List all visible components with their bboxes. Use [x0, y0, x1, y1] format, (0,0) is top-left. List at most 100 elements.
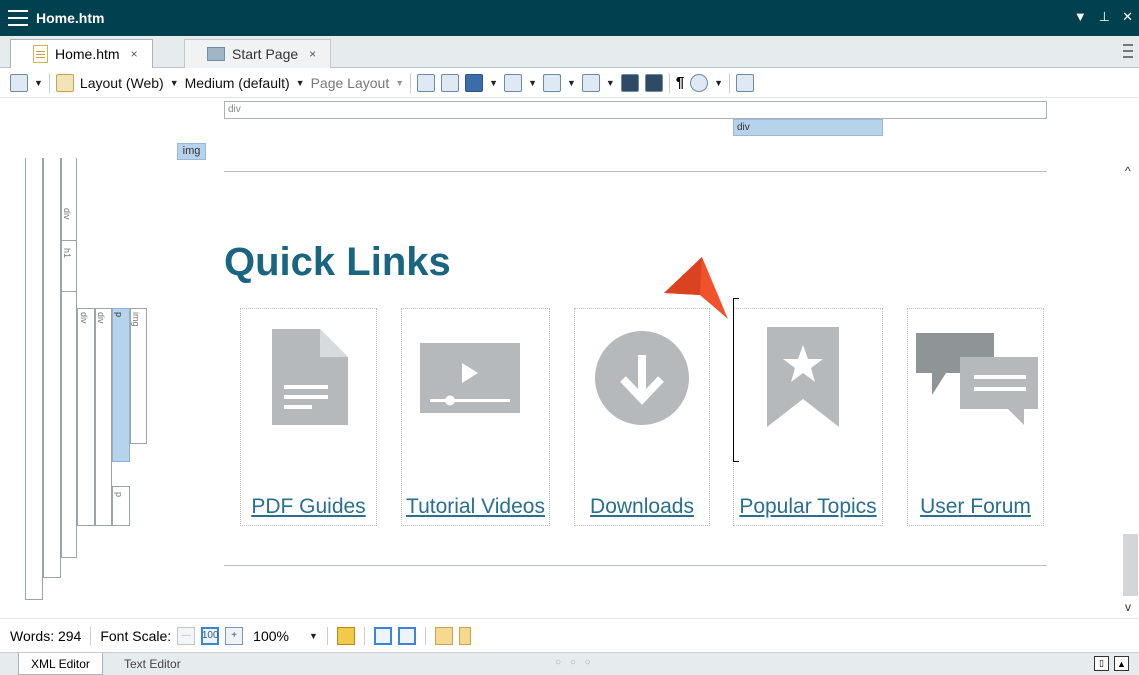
- window-menu-icon[interactable]: ▼: [1074, 9, 1087, 25]
- editor-mode-tabs: XML Editor Text Editor ○ ○ ○ ▯ ▲: [0, 652, 1139, 675]
- quick-link-card[interactable]: Popular Topics: [733, 308, 883, 526]
- editor-content[interactable]: Quick Links PDF Guides Tutorial Videos D…: [165, 160, 1122, 618]
- tab-text-editor[interactable]: Text Editor: [112, 653, 193, 675]
- chevron-down-icon[interactable]: ▼: [528, 78, 537, 88]
- scrollbar-thumb[interactable]: [1123, 534, 1138, 596]
- font-scale-decrease-button[interactable]: —: [177, 626, 196, 645]
- title-bar: Home.htm ▼ ⊥ ✕: [0, 0, 1139, 36]
- link-tutorial-videos[interactable]: Tutorial Videos: [402, 495, 549, 519]
- structure-label: div: [62, 208, 72, 220]
- medium-dropdown[interactable]: Medium (default): [185, 75, 290, 91]
- link-downloads[interactable]: Downloads: [575, 495, 709, 519]
- quick-link-card[interactable]: Tutorial Videos: [401, 308, 550, 526]
- chevron-down-icon[interactable]: ▼: [606, 78, 615, 88]
- document-icon: [272, 329, 348, 425]
- chevron-down-icon[interactable]: ▼: [395, 78, 404, 88]
- split-view-icon[interactable]: ▯: [1094, 656, 1109, 671]
- page-heading[interactable]: Quick Links: [224, 240, 451, 285]
- scroll-up-icon[interactable]: ^: [1125, 164, 1131, 178]
- page-layout-dropdown[interactable]: Page Layout: [311, 75, 390, 91]
- structure-bar[interactable]: [130, 308, 147, 444]
- chevron-down-icon[interactable]: ▼: [170, 78, 179, 88]
- structure-label: img: [131, 312, 141, 327]
- download-icon: [595, 331, 689, 425]
- horizontal-rule: [224, 565, 1047, 566]
- structure-bar-div-selected[interactable]: div: [733, 119, 883, 136]
- tab-overflow-icon[interactable]: [1123, 44, 1133, 58]
- zoom-dropdown-icon[interactable]: ▼: [309, 631, 318, 641]
- menu-icon[interactable]: [8, 10, 28, 26]
- chevron-down-icon[interactable]: ▼: [567, 78, 576, 88]
- show-blocks-icon[interactable]: [465, 73, 484, 92]
- zoom-level[interactable]: 100%: [253, 628, 289, 644]
- chevron-down-icon[interactable]: ▼: [489, 78, 498, 88]
- status-separator: [326, 626, 328, 645]
- structure-bars-panel: div h1 div div p img p: [0, 158, 165, 618]
- tab-start-page[interactable]: Start Page ×: [184, 39, 332, 68]
- structure-label: div: [79, 312, 89, 324]
- vertical-ruler-icon[interactable]: [458, 626, 471, 645]
- structure-bar-img[interactable]: img: [177, 143, 206, 160]
- close-window-icon[interactable]: ✕: [1122, 9, 1133, 25]
- splitter-grip[interactable]: ○ ○ ○: [555, 657, 594, 668]
- editor-toolbar: ▼ Layout (Web) ▼ Medium (default) ▼ Page…: [0, 68, 1139, 98]
- pin-icon[interactable]: ⊥: [1099, 9, 1110, 25]
- chevron-down-icon[interactable]: ▼: [714, 78, 723, 88]
- chevron-down-icon[interactable]: ▼: [34, 78, 43, 88]
- variables-icon[interactable]: [542, 73, 561, 92]
- show-markers-icon[interactable]: [441, 73, 460, 92]
- insert-icon[interactable]: [736, 73, 755, 92]
- link-user-forum[interactable]: User Forum: [908, 495, 1043, 519]
- color-palette-button[interactable]: [336, 626, 355, 645]
- link-pdf-guides[interactable]: PDF Guides: [241, 495, 376, 519]
- tab-xml-editor[interactable]: XML Editor: [18, 653, 103, 675]
- quick-link-card[interactable]: Downloads: [574, 308, 710, 526]
- close-tab-icon[interactable]: ×: [309, 47, 316, 61]
- bookmark-star-icon: [767, 327, 839, 427]
- chat-icon: [916, 333, 1038, 425]
- pilcrow-icon[interactable]: ¶: [676, 74, 684, 91]
- status-bar: Words: 294 Font Scale: — 100 + 100% ▼: [0, 618, 1139, 652]
- word-count: Words: 294: [10, 627, 82, 644]
- structure-bar[interactable]: [25, 158, 43, 600]
- tab-label: Home.htm: [55, 46, 120, 62]
- style-brush-icon[interactable]: [55, 73, 74, 92]
- structure-bar[interactable]: [95, 308, 112, 526]
- tab-home-htm[interactable]: Home.htm ×: [10, 39, 153, 68]
- structure-label: p: [114, 312, 124, 318]
- scroll-down-icon[interactable]: v: [1125, 600, 1131, 614]
- quick-link-card[interactable]: PDF Guides: [240, 308, 377, 526]
- pointer-arrow-icon: [664, 257, 728, 319]
- font-scale-label: Font Scale:: [100, 627, 172, 644]
- concept-icon[interactable]: [644, 73, 663, 92]
- toolbar-separator: [48, 72, 50, 93]
- show-span-bars-button[interactable]: [397, 626, 416, 645]
- structure-bar-div[interactable]: div: [224, 101, 1047, 119]
- file-icon: [33, 45, 48, 63]
- status-separator: [424, 626, 426, 645]
- show-tags-icon[interactable]: [417, 73, 436, 92]
- font-scale-reset-button[interactable]: 100: [201, 626, 220, 645]
- vertical-scrollbar[interactable]: ^ v: [1122, 160, 1139, 618]
- start-page-icon: [207, 47, 225, 61]
- preview-icon[interactable]: [10, 73, 28, 92]
- horizontal-ruler-icon[interactable]: [434, 626, 453, 645]
- toolbar-separator: [668, 72, 670, 93]
- index-icon[interactable]: [620, 73, 639, 92]
- font-scale-increase-button[interactable]: +: [225, 626, 244, 645]
- text-format-icon[interactable]: [581, 73, 600, 92]
- view-eye-icon[interactable]: [690, 73, 709, 92]
- link-popular-topics[interactable]: Popular Topics: [734, 495, 882, 519]
- chevron-down-icon[interactable]: ▼: [296, 78, 305, 88]
- quick-link-card[interactable]: User Forum: [907, 308, 1044, 526]
- document-tab-strip: Home.htm × Start Page ×: [0, 36, 1139, 68]
- structure-bar-selected[interactable]: [112, 308, 130, 462]
- close-tab-icon[interactable]: ×: [131, 47, 138, 61]
- structure-bar[interactable]: [77, 308, 95, 526]
- layout-dropdown[interactable]: Layout (Web): [80, 75, 164, 91]
- show-structure-bars-button[interactable]: [373, 626, 392, 645]
- structure-bar[interactable]: [43, 158, 61, 578]
- show-conditions-icon[interactable]: [504, 73, 523, 92]
- expand-panel-icon[interactable]: ▲: [1114, 656, 1129, 671]
- status-separator: [90, 626, 92, 645]
